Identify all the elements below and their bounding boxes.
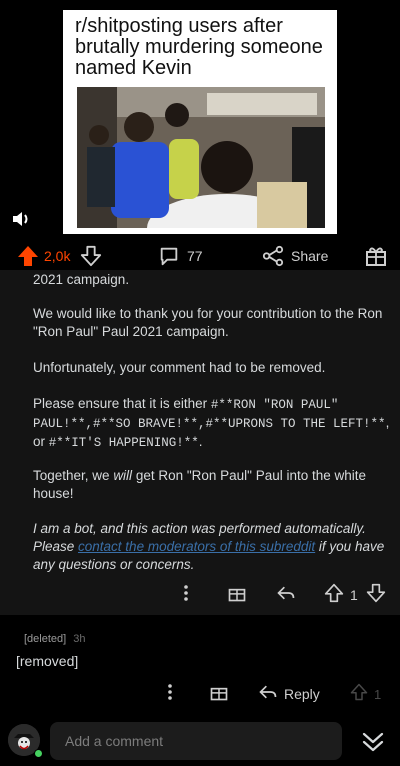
avatar[interactable] <box>8 724 43 758</box>
bot-comment-actions: 1 <box>0 580 400 610</box>
collapse-icon <box>356 732 390 762</box>
comment-author[interactable]: [deleted] <box>24 633 66 645</box>
more-button[interactable] <box>182 580 190 610</box>
award-button[interactable] <box>227 580 247 610</box>
award-icon <box>227 583 247 608</box>
comment-body: [removed] <box>16 653 79 669</box>
comment-paragraph-3: Please ensure that it is either #**RON "… <box>33 395 393 452</box>
more-icon <box>182 584 190 607</box>
vote-count: 1 <box>350 587 358 603</box>
award-button[interactable] <box>209 679 229 709</box>
comment-count: 77 <box>187 248 203 264</box>
comment-paragraph-2: Unfortunately, your comment had to be re… <box>33 360 326 375</box>
comment-age: 3h <box>73 633 86 645</box>
reply-label: Reply <box>284 686 320 702</box>
downvote-icon <box>80 245 102 267</box>
meme-image: r/shitposting users after brutally murde… <box>63 10 337 234</box>
upvote-icon <box>350 683 368 706</box>
p3-end: . <box>198 434 203 449</box>
post-action-bar: 2,0k 77 Share <box>0 240 400 272</box>
deleted-comment-actions: Reply 1 <box>0 679 400 709</box>
reply-button[interactable] <box>276 580 296 610</box>
speaker-icon[interactable] <box>10 208 32 230</box>
comment-paragraph-4: Together, we will get Ron "Ron Paul" Pau… <box>33 467 393 503</box>
upvote-button[interactable]: 2,0k <box>16 240 70 272</box>
reply-icon <box>258 682 278 707</box>
downvote-button[interactable] <box>366 580 386 610</box>
p3-prefix: Please ensure that it is either <box>33 396 211 411</box>
online-indicator <box>34 749 43 758</box>
more-icon <box>166 683 174 706</box>
comment-cutoff-line: 2021 campaign. <box>33 272 130 287</box>
upvote-icon <box>16 244 40 268</box>
collapse-button[interactable] <box>356 724 390 758</box>
post-media[interactable]: r/shitposting users after brutally murde… <box>0 0 400 240</box>
deleted-comment: [deleted] 3h [removed] Reply 1 <box>0 615 400 715</box>
p4-em: will <box>113 468 133 483</box>
comment-input[interactable]: Add a comment <box>50 722 342 760</box>
reply-icon <box>276 583 296 608</box>
meme-photo <box>77 87 325 228</box>
comment-icon <box>158 245 180 267</box>
more-button[interactable] <box>166 679 174 709</box>
reply-button[interactable]: Reply <box>258 679 320 709</box>
upvote-count: 2,0k <box>44 248 71 264</box>
contact-moderators-link[interactable]: contact the moderators of this subreddit <box>78 539 315 554</box>
upvote-button[interactable]: 1 <box>350 679 381 709</box>
comment-composer: Add a comment <box>0 716 400 766</box>
bot-comment: 2021 campaign. We would like to thank yo… <box>0 270 400 615</box>
comment-paragraph-1: We would like to thank you for your cont… <box>33 306 383 339</box>
award-icon <box>364 244 388 268</box>
share-icon <box>262 245 284 267</box>
vote-count: 1 <box>374 686 382 702</box>
award-icon <box>209 682 229 707</box>
upvote-icon <box>324 583 344 608</box>
share-label: Share <box>291 248 329 264</box>
p4-a: Together, we <box>33 468 114 483</box>
comments-button[interactable]: 77 <box>158 240 203 272</box>
comment-paragraph-5: I am a bot, and this action was performe… <box>33 520 393 574</box>
p3-last: #**IT'S HAPPENING!** <box>48 436 199 450</box>
award-button[interactable] <box>364 240 388 272</box>
downvote-button[interactable] <box>80 240 102 272</box>
downvote-icon <box>366 583 386 608</box>
comment-input-placeholder: Add a comment <box>65 733 164 749</box>
meme-caption: r/shitposting users after brutally murde… <box>75 15 323 79</box>
share-button[interactable]: Share <box>262 240 328 272</box>
comment-meta: [deleted] 3h <box>24 633 86 645</box>
upvote-button[interactable]: 1 <box>324 580 358 610</box>
